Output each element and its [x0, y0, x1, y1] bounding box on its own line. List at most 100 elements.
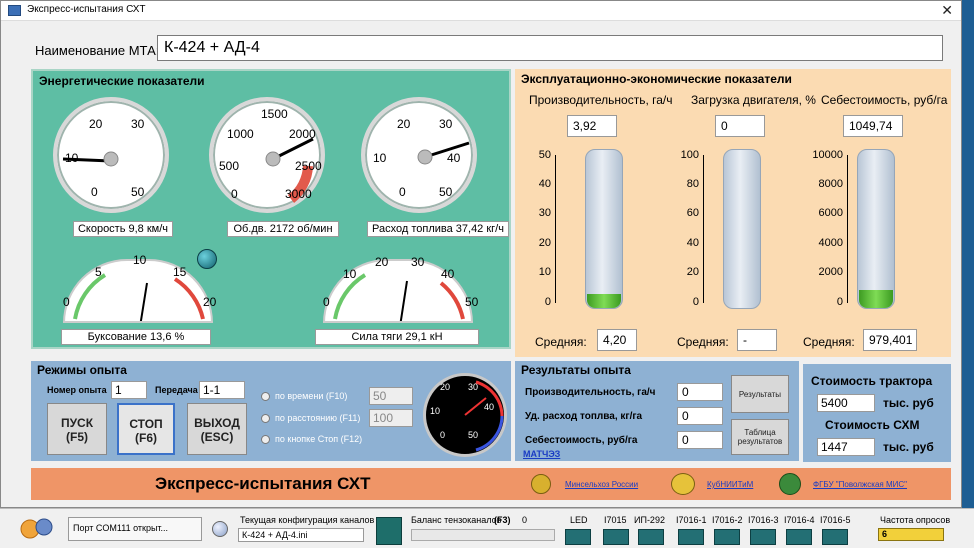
cost-avg: 979,401 — [863, 329, 917, 351]
results-title: Результаты опыта — [521, 363, 631, 377]
freq-value: 6 — [878, 528, 944, 541]
tick: 10000 — [812, 149, 843, 161]
results-button[interactable]: Результаты — [731, 375, 789, 413]
start-button[interactable]: ПУСК (F5) — [47, 403, 107, 455]
app-icon — [8, 5, 21, 16]
res-fuel-label: Уд. расход топлва, кг/га — [525, 411, 643, 422]
tick: 80 — [686, 178, 699, 190]
energy-title: Энергетические показатели — [39, 74, 205, 88]
time-input[interactable]: 50 — [369, 387, 413, 405]
tick: 30 — [468, 382, 479, 392]
tick: 2500 — [295, 159, 322, 173]
table-button[interactable]: Таблица результатов — [731, 419, 789, 455]
radio-dist[interactable] — [261, 414, 270, 423]
shm-input[interactable]: 1447 — [817, 438, 875, 456]
rpm-label: Об.дв. 2172 об/мин — [227, 221, 339, 237]
fuel-label: Расход топлива 37,42 кг/ч — [367, 221, 509, 237]
tick: 0 — [440, 430, 446, 440]
radio-stop[interactable] — [261, 435, 270, 444]
radio-time[interactable] — [261, 392, 270, 401]
tick: 5 — [95, 265, 102, 279]
config-value: К-424 + АД-4.ini — [238, 528, 364, 542]
mta-label: Наименование МТА: — [35, 43, 160, 58]
tick: 60 — [686, 207, 699, 219]
main-window: Экспресс-испытания СХТ ✕ Наименование МТ… — [0, 0, 962, 508]
modes-title: Режимы опыта — [37, 363, 127, 377]
load-value: 0 — [715, 115, 765, 137]
close-icon[interactable]: ✕ — [941, 2, 953, 19]
tractor-input[interactable]: 5400 — [817, 394, 875, 412]
i7015-indicator — [603, 529, 629, 545]
modes-panel: Режимы опыта Номер опыта 1 Передача 1-1 … — [31, 361, 511, 461]
cost-avg-label: Средняя: — [803, 335, 855, 349]
ip292-indicator — [638, 529, 664, 545]
kubniitim-link[interactable]: КубНИИТиМ — [707, 480, 753, 489]
tick: 40 — [538, 178, 551, 190]
tick: 30 — [439, 117, 453, 131]
i7016-3-label: I7016-3 — [748, 515, 779, 525]
load-avg: - — [737, 329, 777, 351]
tick: 30 — [538, 207, 551, 219]
res-cost-label: Себестоимость, руб/га — [525, 435, 638, 446]
tick: 40 — [441, 267, 455, 281]
energy-panel: Энергетические показатели 20 30 10 0 50 … — [31, 69, 511, 349]
dist-input[interactable]: 100 — [369, 409, 413, 427]
tick: 50 — [131, 185, 145, 199]
tick: 50 — [465, 295, 479, 309]
balance-button[interactable] — [376, 517, 402, 545]
minselhoz-link[interactable]: Минсельхоз России — [565, 480, 638, 489]
i7016-1-indicator — [678, 529, 704, 545]
matchez-link[interactable]: МАТЧЭЗ — [523, 449, 560, 459]
port-status: Порт COM111 открыт... — [68, 517, 202, 541]
i7016-2-label: I7016-2 — [712, 515, 743, 525]
tick: 20 — [686, 266, 699, 278]
i7016-2-indicator — [714, 529, 740, 545]
tick: 10 — [373, 151, 387, 165]
cost-value: 1049,74 — [843, 115, 903, 137]
cost-fill — [859, 290, 893, 308]
tick: 10 — [133, 253, 147, 267]
pmis-link[interactable]: ФГБУ "Поволжская МИС" — [813, 480, 907, 489]
load-avg-label: Средняя: — [677, 335, 729, 349]
tick: 500 — [219, 159, 240, 173]
exp-num-input[interactable]: 1 — [111, 381, 147, 399]
tick: 50 — [439, 185, 453, 199]
cost-panel: Стоимость трактора 5400 тыс. руб Стоимос… — [803, 364, 951, 462]
gears-icon — [18, 515, 54, 543]
tick: 4000 — [818, 237, 843, 249]
exit-button[interactable]: ВЫХОД (ESC) — [187, 403, 247, 455]
tick: 40 — [447, 151, 461, 165]
banner: Экспресс-испытания СХТ Минсельхоз России… — [31, 468, 951, 500]
balance-label: Баланс тензоканалов — [411, 515, 502, 525]
tractor-label: Стоимость трактора — [811, 374, 933, 388]
i7016-1-label: I7016-1 — [676, 515, 707, 525]
mta-input[interactable]: К-424 + АД-4 — [157, 35, 943, 61]
freq-label: Частота опросов — [880, 515, 951, 525]
tick: 20 — [375, 255, 389, 269]
minselhoz-logo — [531, 474, 551, 494]
title-bar: Экспресс-испытания СХТ ✕ — [1, 1, 961, 21]
led-indicator — [565, 529, 591, 545]
tick: 10 — [430, 406, 441, 416]
productivity-avg-label: Средняя: — [535, 335, 587, 349]
tick: 0 — [323, 295, 330, 309]
tick: 40 — [686, 237, 699, 249]
tick: 20 — [89, 117, 103, 131]
tick: 2000 — [818, 266, 843, 278]
shm-label: Стоимость СХМ — [825, 418, 920, 432]
radio-dist-label: по расстоянию (F11) — [275, 413, 361, 423]
econ-title: Эксплуатационно-экономические показатели — [521, 72, 792, 86]
tick: 8000 — [818, 178, 843, 190]
status-bar: Порт COM111 открыт... Текущая конфигурац… — [0, 508, 974, 548]
pmis-logo — [779, 473, 801, 495]
productivity-fill — [587, 294, 621, 308]
stop-button[interactable]: СТОП (F6) — [117, 403, 175, 455]
rpm-gauge: 1500 1000 2000 500 2500 0 3000 — [209, 97, 325, 213]
i7015-label: I7015 — [604, 515, 627, 525]
tick: 30 — [411, 255, 425, 269]
gear-input[interactable]: 1-1 — [199, 381, 245, 399]
i7016-5-indicator — [822, 529, 848, 545]
load-bar — [723, 149, 761, 309]
exp-num-label: Номер опыта — [47, 385, 107, 395]
i7016-4-indicator — [786, 529, 812, 545]
